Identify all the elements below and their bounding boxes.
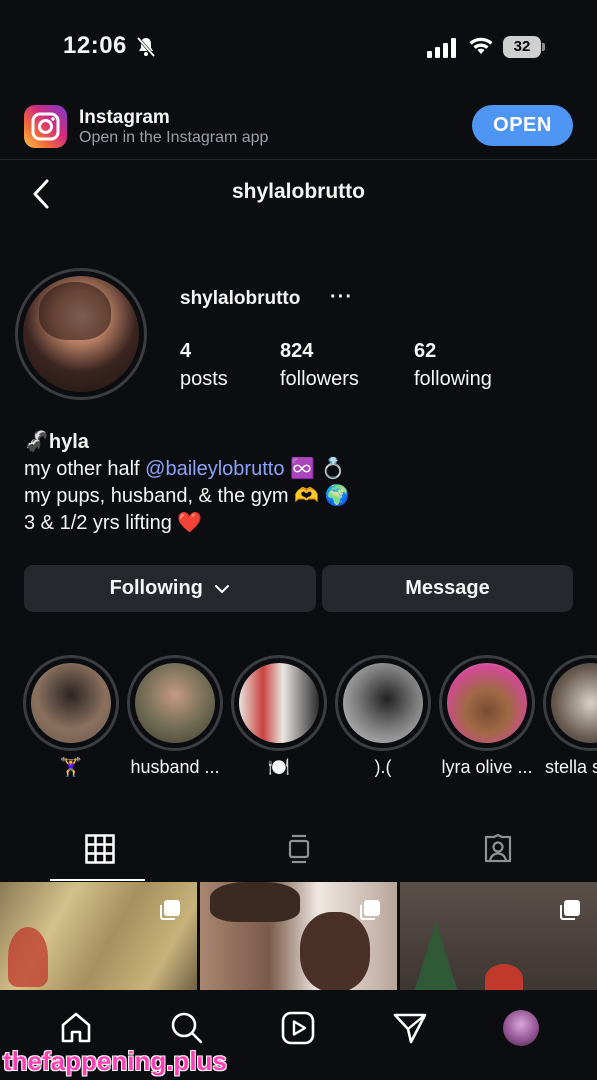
message-button[interactable]: Message: [322, 565, 573, 612]
post-figure: [210, 882, 300, 922]
reels-feed-icon: [288, 834, 309, 863]
highlight-cover: [239, 663, 319, 743]
highlight-label: lyra olive ...: [441, 757, 533, 777]
story-highlight[interactable]: ).(: [335, 655, 431, 778]
highlight-cover: [551, 663, 597, 743]
post-thumbnail[interactable]: [400, 882, 597, 992]
story-highlight[interactable]: lyra olive ...: [439, 655, 535, 778]
story-highlight[interactable]: 🍽️: [231, 655, 327, 778]
post-figure: [8, 927, 48, 987]
highlight-label: 🏋️‍♀️: [59, 757, 83, 777]
nav-reels[interactable]: [278, 1008, 318, 1048]
search-icon: [171, 1012, 203, 1044]
following-label: following: [414, 368, 492, 390]
profile-bio: 🦨hyla my other half @baileylobrutto ♾️ 💍…: [24, 428, 584, 537]
nav-direct[interactable]: [390, 1008, 430, 1048]
highlight-label: 🍽️: [267, 757, 291, 777]
nav-profile[interactable]: [501, 1008, 541, 1048]
nav-home[interactable]: [56, 1008, 96, 1048]
following-button-label: Following: [109, 577, 203, 599]
posts-label: posts: [180, 368, 228, 390]
tab-tagged[interactable]: [398, 815, 597, 882]
post-thumbnail[interactable]: [200, 882, 397, 992]
watermark: thefappening.plus: [3, 1046, 227, 1076]
profile-username: shylalobrutto: [180, 288, 301, 309]
reels-icon: [281, 1011, 315, 1045]
highlight-ring: [23, 655, 119, 751]
bell-muted-icon: [136, 37, 156, 57]
bio-line-1-suffix: ♾️ 💍: [284, 458, 346, 480]
profile-header: shylalobrutto: [0, 160, 597, 230]
bio-line-1-prefix: my other half: [24, 458, 146, 480]
highlight-ring: [543, 655, 597, 751]
bio-line-3: 3 & 1/2 yrs lifting ❤️: [24, 512, 203, 534]
bio-line-2: my pups, husband, & the gym 🫶 🌍: [24, 485, 350, 507]
bio-line-1: my other half @baileylobrutto ♾️ 💍: [24, 456, 584, 483]
highlight-ring: [231, 655, 327, 751]
highlight-label: stella s: [545, 757, 597, 777]
story-highlight[interactable]: stella s: [543, 655, 597, 778]
post-figure: [414, 922, 458, 992]
direct-icon: [393, 1013, 427, 1044]
tab-posts-grid[interactable]: [0, 815, 199, 882]
status-time: 12:06: [63, 32, 127, 59]
stat-posts: 4 posts: [180, 340, 228, 391]
bio-display-name: 🦨hyla: [24, 431, 89, 453]
tab-reels[interactable]: [199, 815, 398, 882]
cellular-signal-icon: [427, 38, 456, 58]
highlight-cover: [135, 663, 215, 743]
followers-count: 824: [280, 340, 314, 362]
post-thumbnail[interactable]: [0, 882, 197, 992]
following-button[interactable]: Following: [24, 565, 316, 612]
more-options-icon[interactable]: ···: [330, 286, 353, 309]
wifi-icon: [469, 37, 493, 54]
carousel-icon: [160, 900, 180, 920]
highlight-label: ).(: [374, 757, 392, 777]
highlight-ring: [439, 655, 535, 751]
bio-mention-link[interactable]: @baileylobrutto: [145, 458, 284, 480]
story-highlight[interactable]: 🏋️‍♀️: [23, 655, 119, 778]
highlight-ring: [335, 655, 431, 751]
home-icon: [61, 1012, 91, 1043]
avatar: [23, 276, 139, 392]
posts-count: 4: [180, 340, 192, 362]
post-figure: [300, 912, 370, 992]
chevron-down-icon: [215, 584, 230, 594]
posts-grid: [0, 882, 597, 992]
page-title: shylalobrutto: [231, 180, 365, 203]
profile-tabs: [0, 815, 597, 882]
banner-subtitle: Open in the Instagram app: [79, 129, 269, 146]
instagram-logo-icon: [24, 105, 67, 148]
highlight-label: husband ...: [130, 757, 220, 777]
post-figure: [485, 964, 523, 992]
highlight-cover: [447, 663, 527, 743]
stat-followers[interactable]: 824 followers: [280, 340, 359, 391]
open-in-app-banner: Instagram Open in the Instagram app OPEN: [0, 90, 597, 160]
highlight-cover: [31, 663, 111, 743]
carousel-icon: [360, 900, 380, 920]
active-tab-indicator: [50, 879, 145, 881]
highlight-cover: [343, 663, 423, 743]
battery-tip: [542, 43, 545, 51]
followers-label: followers: [280, 368, 359, 390]
open-app-button[interactable]: OPEN: [472, 105, 573, 146]
following-count: 62: [414, 340, 437, 362]
grid-icon: [84, 833, 115, 864]
profile-avatar-ring[interactable]: [15, 268, 147, 400]
status-bar: 12:06 32: [0, 0, 597, 90]
tagged-icon: [484, 833, 511, 862]
stat-following[interactable]: 62 following: [414, 340, 492, 391]
story-highlight[interactable]: husband ...: [127, 655, 223, 778]
banner-title: Instagram: [79, 107, 170, 128]
battery-indicator: 32: [503, 36, 541, 58]
carousel-icon: [560, 900, 580, 920]
highlight-ring: [127, 655, 223, 751]
nav-search[interactable]: [167, 1008, 207, 1048]
profile-avatar-icon: [503, 1010, 539, 1046]
